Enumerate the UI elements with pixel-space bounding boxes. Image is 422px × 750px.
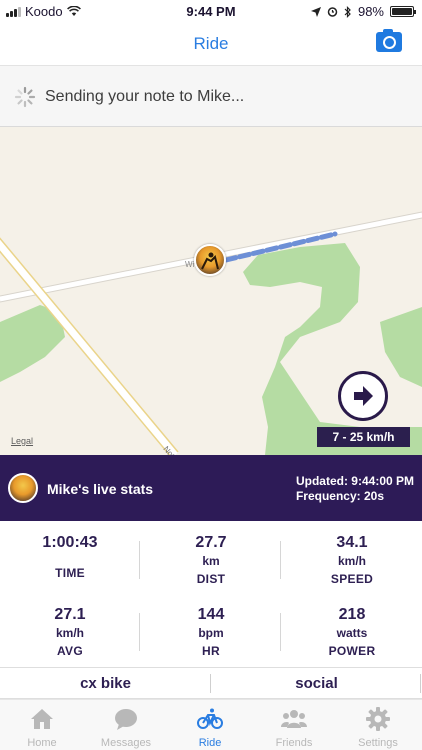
location-icon	[310, 6, 321, 17]
park-area	[380, 307, 422, 387]
divider	[139, 541, 140, 579]
rider-avatar[interactable]	[194, 244, 226, 276]
update-info: Updated: 9:44:00 PM Frequency: 20s	[296, 474, 414, 504]
legal-link[interactable]: Legal	[11, 436, 33, 446]
stat-time: 1:00:43 TIME	[0, 534, 140, 580]
stat-unit: km/h	[337, 554, 366, 568]
sending-text: Sending your note to Mike...	[45, 88, 245, 105]
tag-ride-type[interactable]: social	[211, 675, 422, 692]
navigate-button[interactable]	[338, 371, 388, 421]
camera-icon[interactable]	[376, 29, 402, 52]
battery-percent: 98%	[357, 4, 384, 19]
tab-ride[interactable]: Ride	[168, 706, 252, 749]
stat-speed: 34.1 km/h SPEED	[282, 534, 422, 586]
stat-value: 27.1	[54, 606, 86, 623]
navigation-bar: Ride	[0, 22, 422, 65]
divider	[420, 674, 421, 693]
stat-label: POWER	[328, 644, 376, 658]
stat-unit: watts	[336, 626, 368, 640]
stats-grid: 1:00:43 TIME 27.7 km DIST 34.1 km/h SPEE…	[0, 521, 422, 667]
stat-value: 144	[197, 606, 225, 623]
tab-messages[interactable]: Messages	[84, 706, 168, 749]
divider	[280, 541, 281, 579]
stat-heart-rate: 144 bpm HR	[141, 606, 281, 658]
stat-value: 218	[338, 606, 366, 623]
updated-time: Updated: 9:44:00 PM	[295, 474, 414, 488]
update-frequency: Frequency: 20s	[295, 489, 385, 503]
tab-settings[interactable]: Settings	[336, 706, 420, 749]
page-title: Ride	[193, 34, 229, 53]
tab-bar: Home Messages Ride Friends Settings	[0, 699, 422, 750]
speed-range-badge: 7 - 25 km/h	[317, 427, 410, 447]
settings-icon	[366, 707, 390, 731]
live-stats-header: Mike's live stats Updated: 9:44:00 PM Fr…	[0, 455, 422, 521]
tab-friends[interactable]: Friends	[252, 706, 336, 749]
stat-unit: bpm	[198, 626, 224, 640]
stat-value: 27.7	[195, 534, 227, 551]
bike-icon	[197, 708, 223, 729]
stat-label: AVG	[56, 644, 83, 658]
tab-label: Home	[27, 737, 57, 749]
tab-home[interactable]: Home	[0, 706, 84, 749]
spinner-icon	[14, 86, 36, 108]
alarm-icon	[327, 7, 338, 17]
stat-unit: km	[202, 554, 220, 568]
battery-icon	[390, 6, 416, 17]
bluetooth-icon	[344, 5, 351, 18]
stat-label: TIME	[55, 566, 85, 580]
stat-unit: km/h	[55, 626, 84, 640]
stat-value: 34.1	[336, 534, 368, 551]
stat-average: 27.1 km/h AVG	[0, 606, 140, 658]
status-right: 98%	[310, 4, 416, 19]
stat-value: 1:00:43	[42, 534, 98, 551]
divider	[280, 613, 281, 651]
stat-label: SPEED	[330, 572, 374, 586]
friends-icon	[281, 710, 307, 728]
stat-power: 218 watts POWER	[282, 606, 422, 658]
tab-label: Ride	[198, 737, 222, 749]
status-bar: Koodo 9:44 PM 98%	[0, 0, 422, 22]
messages-icon	[115, 709, 137, 730]
sending-banner: Sending your note to Mike...	[0, 65, 422, 127]
stat-label: HR	[202, 644, 220, 658]
home-icon	[31, 709, 53, 729]
tab-label: Messages	[100, 737, 152, 749]
tab-label: Settings	[358, 737, 398, 749]
ride-map[interactable]: Wi Notr Legal 7 - 25 km/h	[0, 127, 422, 455]
tab-label: Friends	[275, 737, 313, 749]
avatar	[8, 473, 38, 503]
divider	[139, 613, 140, 651]
arrow-right-icon	[354, 386, 373, 406]
stat-distance: 27.7 km DIST	[141, 534, 281, 586]
live-stats-label: Mike's live stats	[47, 481, 154, 497]
stat-label: DIST	[196, 572, 226, 586]
tag-bike[interactable]: cx bike	[0, 675, 211, 692]
ride-tags: cx bike social	[0, 667, 422, 699]
